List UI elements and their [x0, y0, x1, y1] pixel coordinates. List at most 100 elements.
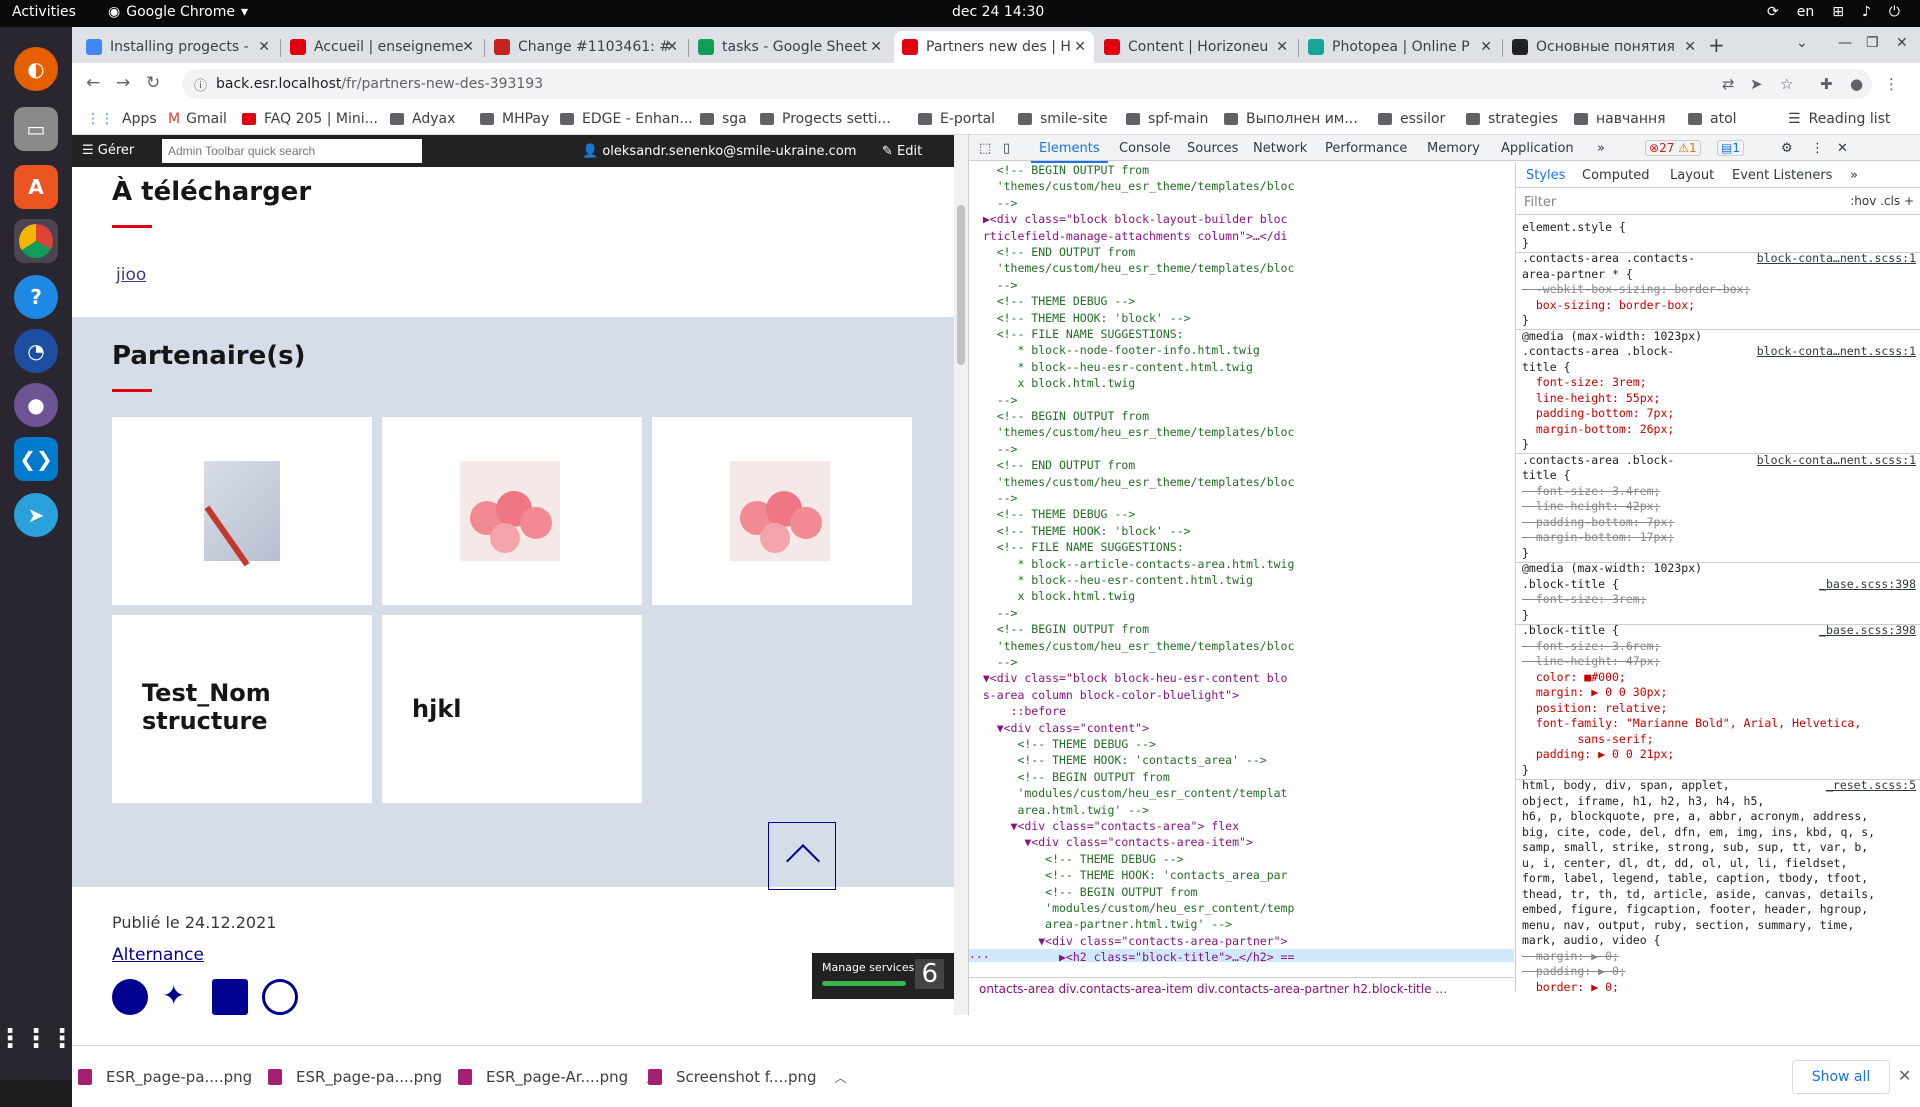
messages-badge[interactable]: ▤1	[1717, 140, 1744, 156]
app-menu[interactable]: ◉ Google Chrome ▾	[108, 4, 248, 20]
dom-node-line[interactable]: ··· ▶<h2 class="block-title">…</h2> ==	[969, 949, 1294, 962]
tab-photopea[interactable]: Photopea | Online P ✕	[1300, 31, 1500, 63]
tab-content[interactable]: Content | Horizoneu ✕	[1096, 31, 1296, 63]
dom-node-line[interactable]: <!-- BEGIN OUTPUT from	[969, 884, 1197, 900]
css-rule-line[interactable]: .block-title {	[1522, 577, 1619, 593]
css-source-link[interactable]: _base.scss:398	[1819, 577, 1916, 593]
dom-node-line[interactable]: -->	[969, 441, 1018, 457]
dom-node-line[interactable]: -->	[969, 195, 1018, 211]
minimize-icon[interactable]: —	[1838, 35, 1852, 51]
tab-memory[interactable]: Memory	[1427, 141, 1480, 156]
email-icon[interactable]	[262, 979, 298, 1015]
dom-breadcrumb[interactable]: ontacts-area div.contacts-area-item div.…	[969, 977, 1514, 999]
tab-layout[interactable]: Layout	[1670, 168, 1714, 183]
maximize-icon[interactable]: ❐	[1866, 35, 1879, 51]
tab-performance[interactable]: Performance	[1325, 141, 1407, 156]
partner-card[interactable]	[382, 417, 642, 605]
tab-installing[interactable]: Installing progects - ✕	[78, 31, 278, 63]
css-rule-line[interactable]: margin: ▶ 0;	[1522, 949, 1619, 965]
css-rule-line[interactable]: color: ■#000;	[1522, 670, 1626, 686]
css-rule-line[interactable]: title {	[1522, 468, 1570, 484]
filter-tools[interactable]: :hov .cls +	[1850, 194, 1914, 208]
css-rule-line[interactable]: samp, small, strike, strong, sub, sup, t…	[1522, 840, 1868, 856]
css-rule-line[interactable]: padding: ▶ 0 0 21px;	[1522, 747, 1674, 763]
bookmark-folder[interactable]: навчання	[1574, 111, 1666, 127]
tab-elements[interactable]: Elements	[1031, 141, 1108, 163]
css-rule-line[interactable]: font-size: 3.4rem;	[1522, 484, 1661, 500]
css-rule-line[interactable]: embed, figure, figcaption, footer, heade…	[1522, 902, 1868, 918]
dom-node-line[interactable]: rticlefield-manage-attachments column">……	[969, 228, 1288, 244]
network-icon[interactable]: ⊞	[1832, 4, 1844, 20]
dom-tree[interactable]: <!-- BEGIN OUTPUT from 'themes/custom/he…	[969, 162, 1514, 962]
profile-avatar[interactable]: ●	[1850, 75, 1863, 93]
bookmark-folder[interactable]: sga	[700, 111, 747, 127]
dom-node-line[interactable]: * block--heu-esr-content.html.twig	[969, 359, 1252, 375]
dom-node-line[interactable]: ▼<div class="contacts-area"> flex	[969, 818, 1240, 834]
dom-node-line[interactable]: 'modules/custom/heu_esr_content/templat	[969, 785, 1287, 801]
css-rule-line[interactable]: @media (max-width: 1023px)	[1522, 329, 1702, 345]
vscode-icon[interactable]: ❮❯	[14, 437, 58, 481]
dom-node-line[interactable]: area-partner.html.twig' -->	[969, 916, 1232, 932]
css-rule-line[interactable]: padding: ▶ 0;	[1522, 964, 1626, 980]
url-text[interactable]: back.esr.localhost/fr/partners-new-des-3…	[216, 76, 543, 92]
chevron-up-icon[interactable]: ︿	[835, 1069, 847, 1086]
partner-card[interactable]: hjkl	[382, 615, 642, 803]
tab-tasks[interactable]: tasks - Google Sheet ✕	[690, 31, 890, 63]
tab-accueil[interactable]: Accueil | enseigneme ✕	[282, 31, 482, 63]
page-scrollbar[interactable]	[954, 135, 968, 1015]
send-icon[interactable]: ➤	[1750, 75, 1763, 93]
dom-node-line[interactable]: ▼<div class="contacts-area-item">	[969, 834, 1253, 850]
back-icon[interactable]: ←	[86, 73, 100, 93]
close-icon[interactable]: ✕	[870, 39, 882, 55]
dom-node-line[interactable]: <!-- BEGIN OUTPUT from	[969, 769, 1169, 785]
scrollbar-thumb[interactable]	[957, 205, 965, 365]
css-rule-line[interactable]: font-size: 3rem;	[1522, 592, 1647, 608]
css-rule-line[interactable]: border: ▶ 0;	[1522, 980, 1619, 993]
show-apps-icon[interactable]: ⋮⋮⋮	[0, 1017, 75, 1061]
dom-node-line[interactable]: * block--article-contacts-area.html.twig	[969, 556, 1294, 572]
css-rule-line[interactable]: }	[1522, 546, 1529, 562]
close-window-icon[interactable]: ✕	[1896, 35, 1908, 51]
css-rule-line[interactable]: area-partner * {	[1522, 267, 1633, 283]
css-rule-line[interactable]: mark, audio, video {	[1522, 933, 1660, 949]
bookmark-folder[interactable]: EDGE - Enhan...	[560, 111, 693, 127]
close-icon[interactable]: ✕	[1480, 39, 1492, 55]
dom-node-line[interactable]: <!-- THEME DEBUG -->	[969, 506, 1135, 522]
css-rule-line[interactable]: thead, tr, th, td, article, aside, canva…	[1522, 887, 1875, 903]
bookmark-gmail[interactable]: M Gmail	[168, 111, 227, 127]
translate-icon[interactable]: ⇄	[1722, 75, 1735, 93]
dom-node-line[interactable]: x block.html.twig	[969, 588, 1135, 604]
category-link[interactable]: Alternance	[112, 945, 204, 965]
download-item[interactable]: ESR_page-pa....png︿	[78, 1062, 282, 1092]
firefox-icon[interactable]: ◐	[14, 47, 58, 91]
telegram-icon[interactable]: ➤	[14, 493, 58, 537]
update-icon[interactable]: ⟳	[1767, 4, 1779, 20]
close-icon[interactable]: ✕	[1074, 39, 1086, 55]
css-source-link[interactable]: _base.scss:398	[1819, 623, 1916, 639]
dom-node-line[interactable]: <!-- BEGIN OUTPUT from	[969, 408, 1149, 424]
admin-search-input[interactable]	[162, 139, 422, 163]
dom-node-line[interactable]: s-area column block-color-bluelight">	[969, 687, 1239, 703]
admin-edit-button[interactable]: ✎ Edit	[882, 144, 922, 159]
tab-styles[interactable]: Styles	[1526, 168, 1565, 183]
bookmark-folder[interactable]: Progects setti...	[760, 111, 891, 127]
bookmark-folder[interactable]: spf-main	[1126, 111, 1208, 127]
bookmark-folder[interactable]: essilor	[1378, 111, 1445, 127]
css-rule-line[interactable]: line-height: 55px;	[1522, 391, 1661, 407]
dom-node-line[interactable]: ::before	[969, 703, 1066, 719]
more-tabs-icon[interactable]: »	[1597, 141, 1605, 156]
forward-icon[interactable]: →	[116, 73, 130, 93]
dom-node-line[interactable]: ▶<div class="block block-layout-builder …	[969, 211, 1288, 227]
help-icon[interactable]: ?	[14, 275, 58, 319]
css-rule-line[interactable]: big, cite, code, del, dfn, em, img, ins,…	[1522, 825, 1875, 841]
css-rule-line[interactable]: margin: ▶ 0 0 30px;	[1522, 685, 1668, 701]
dom-node-line[interactable]: -->	[969, 392, 1018, 408]
activities-button[interactable]: Activities	[12, 4, 76, 20]
css-rule-line[interactable]: box-sizing: border-box;	[1522, 298, 1695, 314]
dom-node-line[interactable]: 'themes/custom/heu_esr_theme/templates/b…	[969, 474, 1295, 490]
css-source-link[interactable]: block-conta…nent.scss:1	[1757, 251, 1916, 267]
kebab-menu-icon[interactable]: ⋮	[1811, 141, 1824, 156]
dom-node-line[interactable]: <!-- THEME DEBUG -->	[969, 851, 1183, 867]
dom-node-line[interactable]: -->	[969, 277, 1018, 293]
dom-node-line[interactable]: <!-- THEME HOOK: 'contacts_area_par	[969, 867, 1287, 883]
